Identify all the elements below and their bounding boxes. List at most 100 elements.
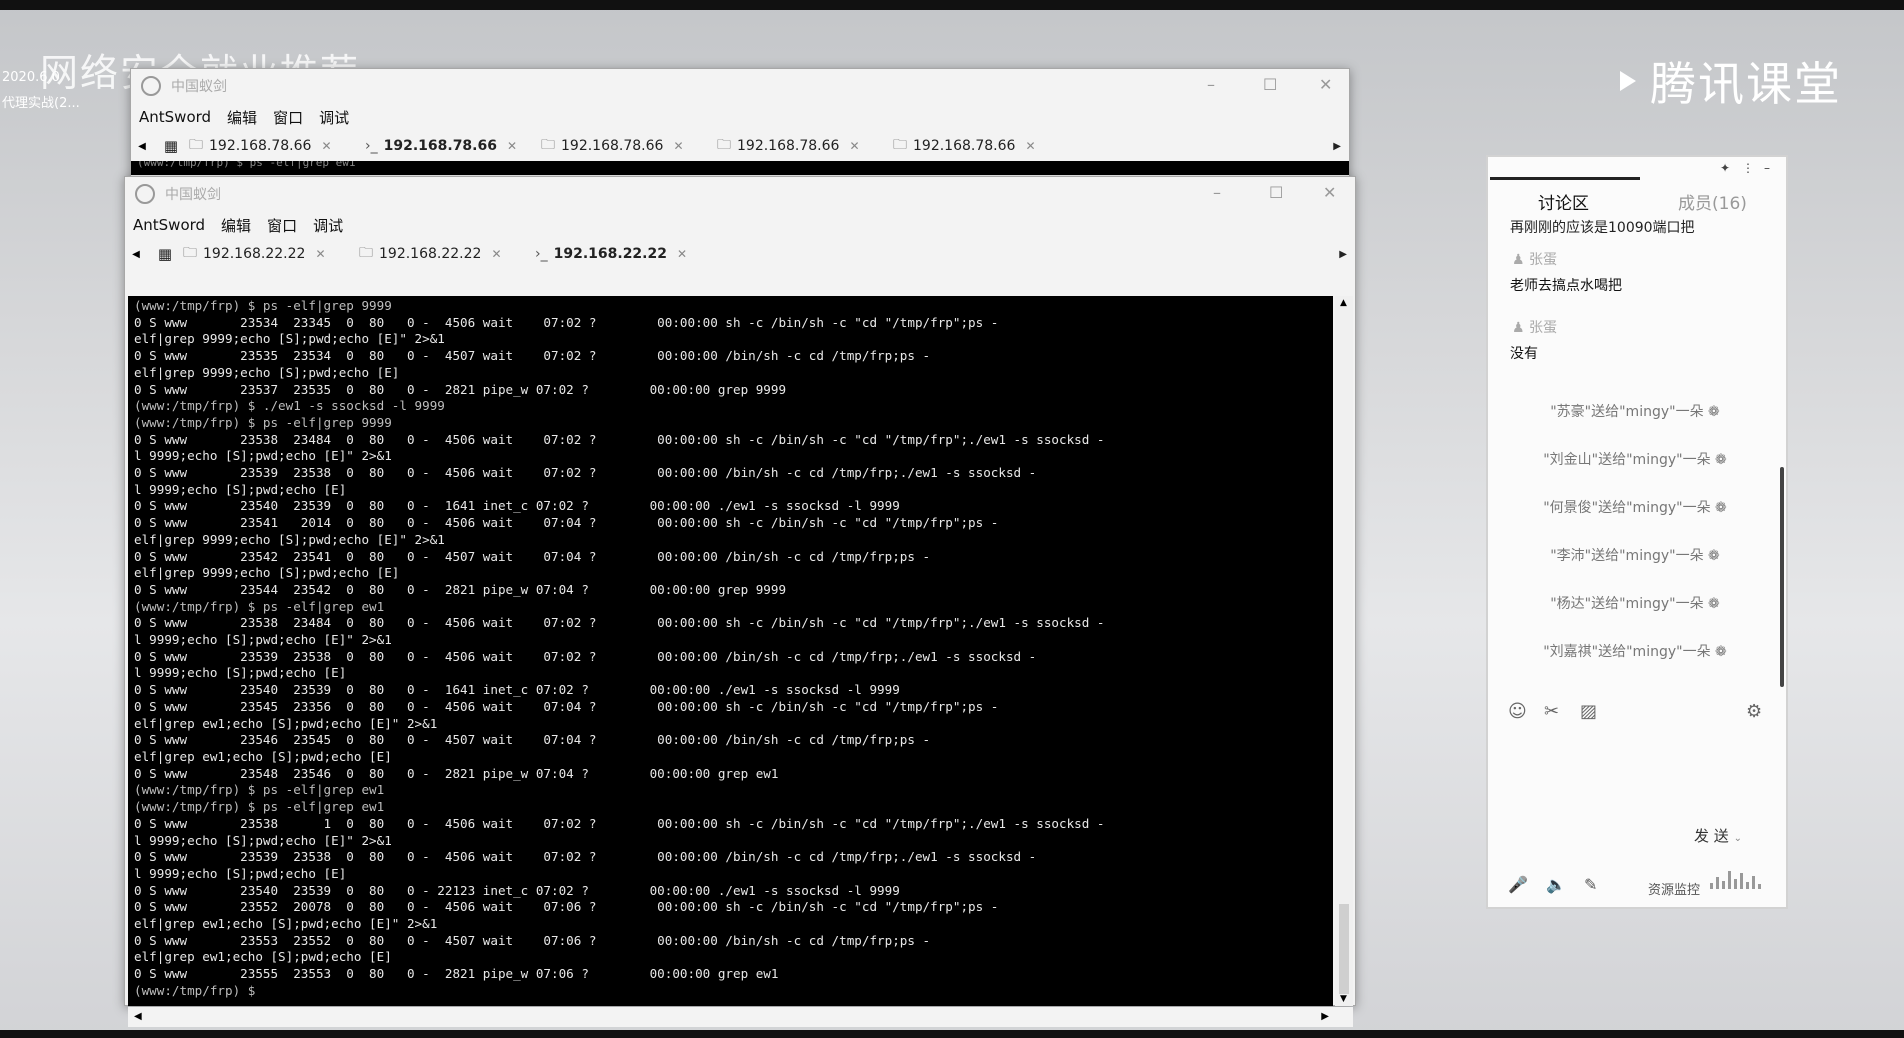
- tab-scroll-left-icon[interactable]: ◀: [125, 249, 147, 260]
- tab-terminal[interactable]: ›_ 192.168.78.66 ✕: [365, 138, 541, 154]
- home-grid-icon[interactable]: ▦: [147, 245, 183, 263]
- minimize-icon[interactable]: –: [1213, 183, 1221, 202]
- brand-name: 腾讯课堂: [1650, 57, 1842, 111]
- flower-icon: ❁: [1708, 404, 1720, 420]
- home-grid-icon[interactable]: ▦: [153, 137, 189, 155]
- menu-debug[interactable]: 调试: [313, 215, 343, 236]
- window-titlebar: 中国蚁剑 – ☐ ✕: [125, 177, 1355, 211]
- close-icon[interactable]: ✕: [1319, 75, 1332, 94]
- chat-user: ♟ 张蛋: [1512, 320, 1558, 336]
- menu-edit[interactable]: 编辑: [221, 215, 251, 236]
- tab-close-icon[interactable]: ✕: [507, 139, 517, 153]
- terminal-horizontal-scrollbar[interactable]: ◀ ▶: [128, 1007, 1353, 1027]
- maximize-icon[interactable]: ☐: [1269, 183, 1283, 202]
- terminal-output[interactable]: (www:/tmp/frp) $ ps -elf|grep 9999 0 S ww…: [128, 296, 1333, 1006]
- scroll-left-icon[interactable]: ◀: [134, 1011, 142, 1022]
- terminal-output-line: l 9999;echo [S];pwd;echo [E]: [134, 665, 347, 681]
- desktop-top-band: [0, 0, 1904, 10]
- tab-folder[interactable]: 🗀 192.168.78.66 ✕: [717, 134, 893, 158]
- user-icon: ♟: [1512, 320, 1530, 336]
- window-titlebar: 中国蚁剑 – ☐ ✕: [131, 69, 1349, 103]
- menu-antsword[interactable]: AntSword: [133, 216, 205, 234]
- tab-close-icon[interactable]: ✕: [849, 139, 859, 153]
- terminal-output-line: 0 S www 23539 23538 0 80 0 - 4506 wait 0…: [134, 849, 1037, 865]
- chat-scrollbar[interactable]: [1780, 467, 1784, 687]
- scissors-icon[interactable]: ✂: [1544, 701, 1559, 722]
- terminal-output-line: 0 S www 23544 23542 0 80 0 - 2821 pipe_w…: [134, 581, 787, 597]
- gift-notice: "杨达"送给"mingy"一朵 ❁: [1550, 596, 1720, 612]
- flower-icon: ❁: [1715, 644, 1727, 660]
- emoji-icon[interactable]: ☺: [1508, 701, 1527, 722]
- tab-folder[interactable]: 🗀 192.168.22.22 ✕: [359, 242, 535, 266]
- terminal-prompt-line: (www:/tmp/frp) $ ps -elf|grep 9999: [134, 414, 392, 430]
- terminal-icon: ›_: [535, 246, 548, 262]
- terminal-text: (www:/tmp/frp) $ ps -elf|grep 9999 0 S ww…: [128, 296, 1333, 1002]
- tab-terminal[interactable]: ›_ 192.168.22.22 ✕: [535, 246, 711, 262]
- terminal-output-line: 0 S www 23555 23553 0 80 0 - 2821 pipe_w…: [134, 966, 779, 982]
- resource-monitor-label[interactable]: 资源监控: [1648, 879, 1700, 898]
- gift-notice: "刘嘉祺"送给"mingy"一朵 ❁: [1543, 644, 1727, 660]
- terminal-output-line: l 9999;echo [S];pwd;echo [E]: [134, 865, 347, 881]
- menu-window[interactable]: 窗口: [273, 107, 303, 128]
- menu-edit[interactable]: 编辑: [227, 107, 257, 128]
- window-title: 中国蚁剑: [165, 187, 221, 203]
- terminal-output-line: elf|grep 9999;echo [S];pwd;echo [E]: [134, 565, 400, 581]
- watermark-subtitle: 代理实战(2...: [2, 96, 80, 111]
- terminal-output-line: elf|grep 9999;echo [S];pwd;echo [E]" 2>&…: [134, 331, 445, 347]
- minimize-icon[interactable]: –: [1764, 161, 1770, 175]
- discussion-panel: ✦ ⋮ – 讨论区 成员(16) 再刚刚的应该是10090端口把 ♟ 张蛋 老师…: [1486, 155, 1788, 909]
- tab-scroll-right-icon[interactable]: ▶: [1339, 249, 1347, 260]
- tab-close-icon[interactable]: ✕: [321, 139, 331, 153]
- pin-icon[interactable]: ✦: [1720, 161, 1730, 175]
- tab-close-icon[interactable]: ✕: [677, 247, 687, 261]
- scroll-down-icon[interactable]: ▼: [1340, 994, 1347, 1004]
- speaker-icon[interactable]: 🔈: [1546, 875, 1566, 894]
- tab-close-icon[interactable]: ✕: [315, 247, 325, 261]
- maximize-icon[interactable]: ☐: [1263, 75, 1277, 94]
- settings-icon[interactable]: ⚙: [1746, 701, 1762, 722]
- terminal-output-line: 0 S www 23540 23539 0 80 0 - 1641 inet_c…: [134, 498, 900, 514]
- gift-notice: "苏豪"送给"mingy"一朵 ❁: [1550, 404, 1720, 420]
- scroll-up-icon[interactable]: ▲: [1340, 298, 1347, 308]
- menu-window[interactable]: 窗口: [267, 215, 297, 236]
- chat-message-cut: 再刚刚的应该是10090端口把: [1510, 220, 1695, 236]
- terminal-output-line: 0 S www 23538 1 0 80 0 - 4506 wait 07:02…: [134, 815, 1105, 831]
- window-title: 中国蚁剑: [171, 79, 227, 95]
- send-button[interactable]: 发 送 ⌄: [1694, 825, 1742, 846]
- antsword-logo-icon: [141, 76, 161, 96]
- tab-discussion[interactable]: 讨论区: [1538, 189, 1589, 214]
- flower-icon: ❁: [1708, 548, 1720, 564]
- tab-folder[interactable]: 🗀 192.168.22.22 ✕: [183, 242, 359, 266]
- tab-folder[interactable]: 🗀 192.168.78.66 ✕: [893, 134, 1069, 158]
- terminal-output-line: 0 S www 23535 23534 0 80 0 - 4507 wait 0…: [134, 348, 931, 364]
- tab-close-icon[interactable]: ✕: [1025, 139, 1035, 153]
- menu-debug[interactable]: 调试: [319, 107, 349, 128]
- tab-folder[interactable]: 🗀 192.168.78.66 ✕: [541, 134, 717, 158]
- image-icon[interactable]: ▨: [1580, 701, 1597, 722]
- tab-members[interactable]: 成员(16): [1678, 189, 1747, 214]
- tab-scroll-right-icon[interactable]: ▶: [1333, 141, 1341, 152]
- microphone-icon[interactable]: 🎤: [1508, 875, 1528, 894]
- menu-antsword[interactable]: AntSword: [139, 108, 211, 126]
- pen-icon[interactable]: ✎: [1584, 875, 1597, 894]
- tab-close-icon[interactable]: ✕: [491, 247, 501, 261]
- scrollbar-thumb[interactable]: [1339, 904, 1349, 994]
- terminal-output-line: 0 S www 23540 23539 0 80 0 - 1641 inet_c…: [134, 682, 900, 698]
- terminal-output-line: elf|grep ew1;echo [S];pwd;echo [E]" 2>&1: [134, 916, 438, 932]
- tab-close-icon[interactable]: ✕: [673, 139, 683, 153]
- terminal-prompt-line: (www:/tmp/frp) $ ps -elf|grep ew1: [134, 782, 385, 798]
- terminal-output-line: 0 S www 23538 23484 0 80 0 - 4506 wait 0…: [134, 615, 1105, 631]
- terminal-vertical-scrollbar[interactable]: ▲ ▼: [1335, 296, 1353, 1006]
- close-icon[interactable]: ✕: [1323, 183, 1336, 202]
- folder-icon: 🗀: [359, 245, 373, 261]
- terminal-output-line: 0 S www 23534 23345 0 80 0 - 4506 wait 0…: [134, 314, 999, 330]
- terminal-prompt-line: (www:/tmp/frp) $ ps -elf|grep 9999: [134, 298, 392, 313]
- minimize-icon[interactable]: –: [1207, 75, 1215, 94]
- more-icon[interactable]: ⋮: [1742, 161, 1754, 175]
- chevron-down-icon[interactable]: ⌄: [1734, 833, 1742, 844]
- tab-folder[interactable]: 🗀 192.168.78.66 ✕: [189, 134, 365, 158]
- scroll-right-icon[interactable]: ▶: [1321, 1011, 1329, 1022]
- tab-scroll-left-icon[interactable]: ◀: [131, 141, 153, 152]
- antsword-logo-icon: [135, 184, 155, 204]
- chat-list[interactable]: 再刚刚的应该是10090端口把 ♟ 张蛋 老师去搞点水喝把 ♟ 张蛋 没有 "苏…: [1488, 219, 1782, 687]
